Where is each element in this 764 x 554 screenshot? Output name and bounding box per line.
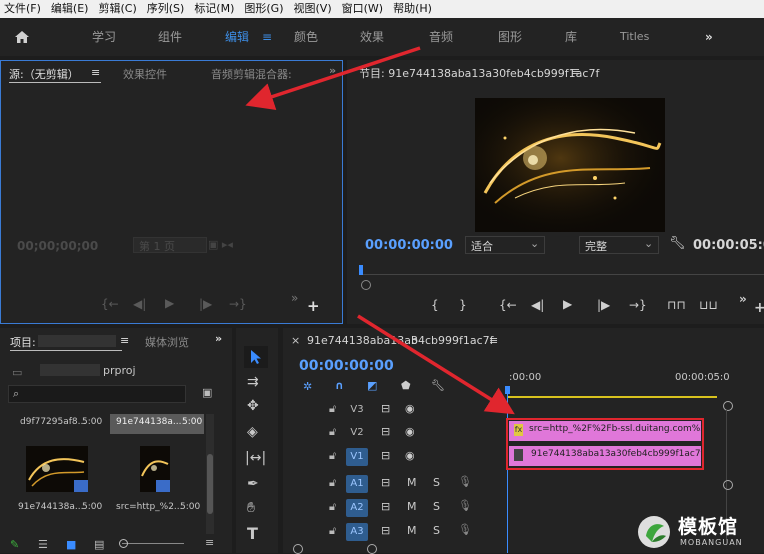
watermark-sub: MOBANGUAN bbox=[680, 538, 743, 547]
arrow-to-source-panel bbox=[245, 46, 421, 111]
annotation-arrows bbox=[245, 46, 515, 415]
watermark: 模板馆 MOBANGUAN bbox=[634, 510, 764, 553]
arrow-to-clips bbox=[357, 314, 515, 415]
watermark-logo-icon bbox=[638, 516, 670, 548]
watermark-brand: 模板馆 bbox=[678, 516, 739, 538]
